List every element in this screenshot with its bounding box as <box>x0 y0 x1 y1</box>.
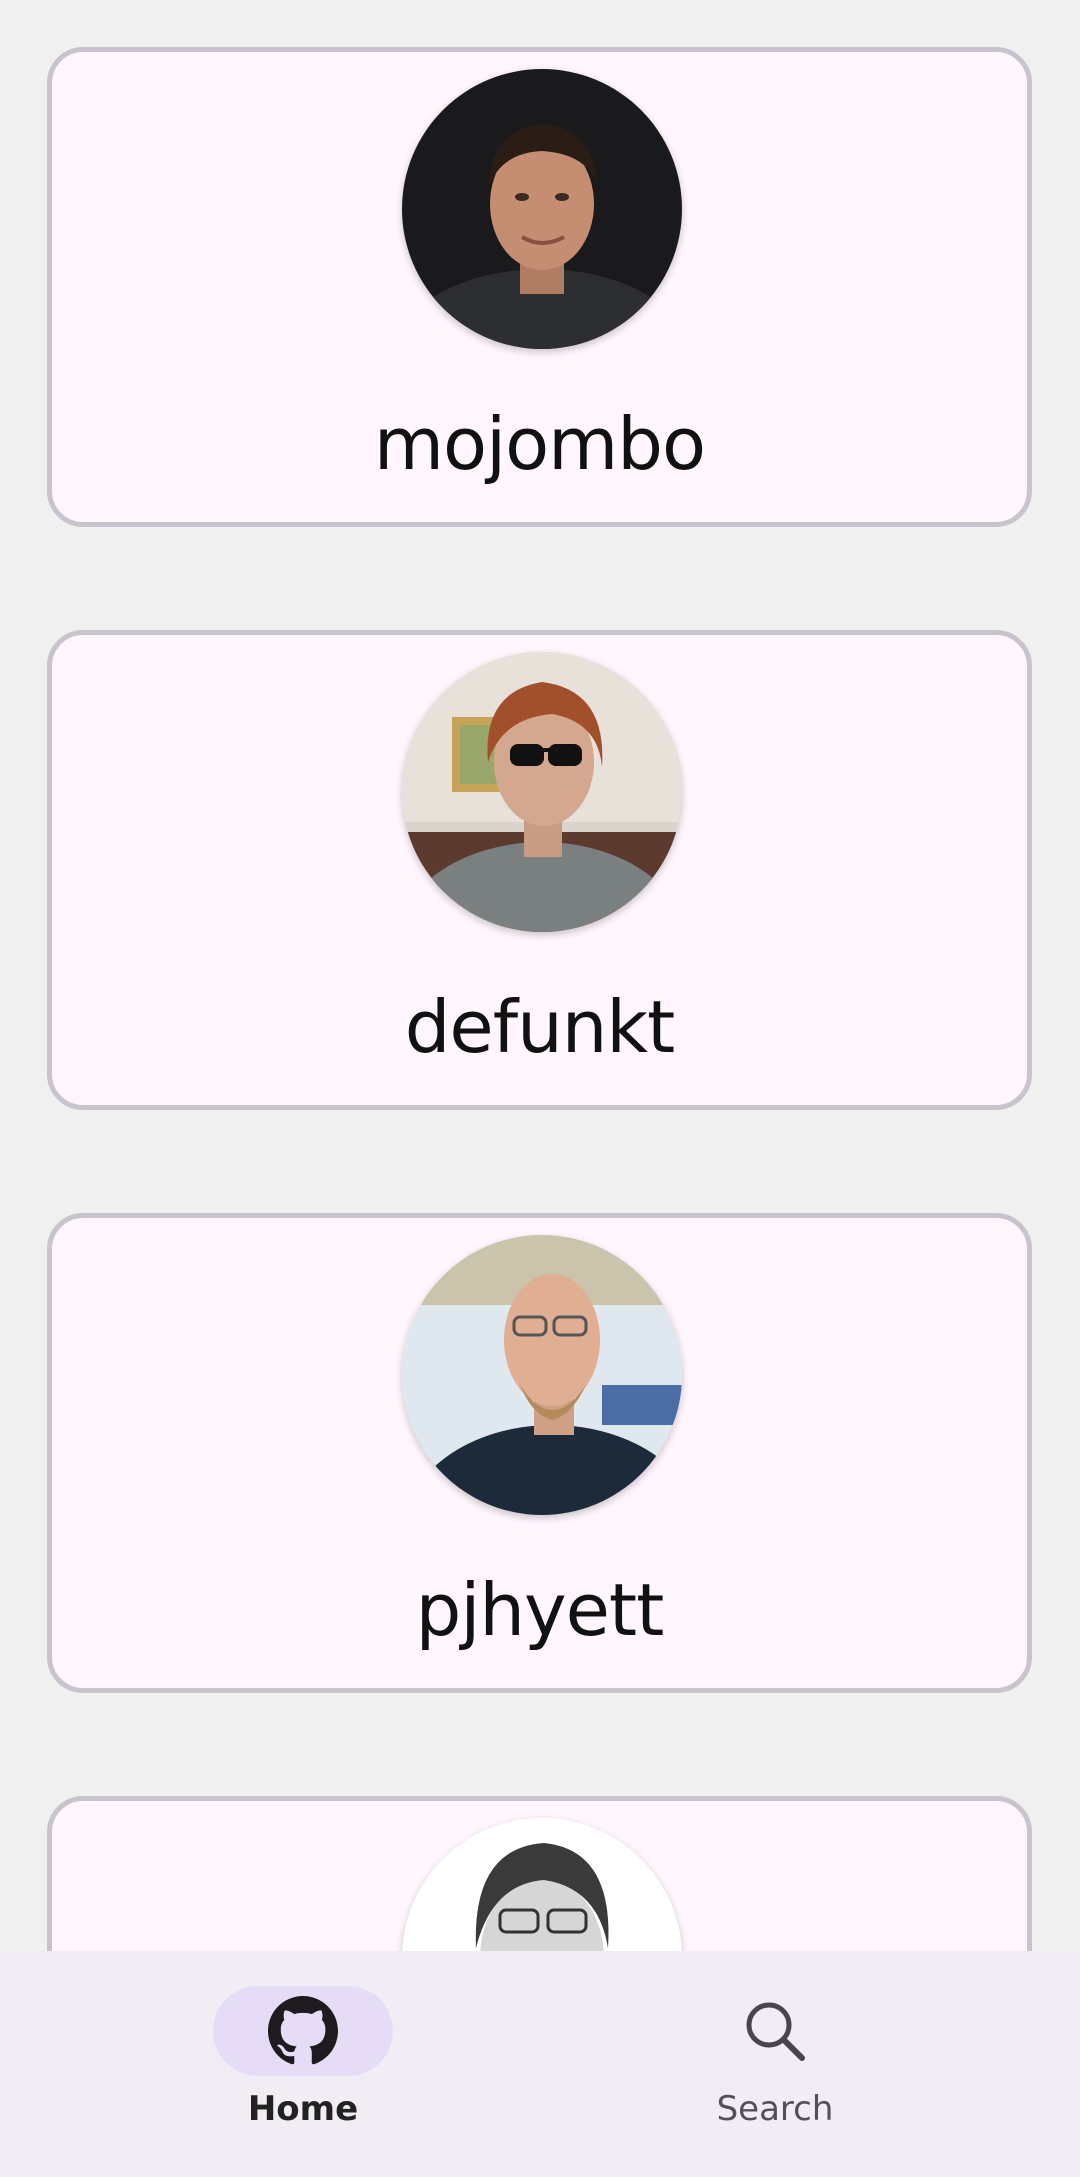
user-card[interactable]: pjhyett <box>47 1213 1032 1693</box>
user-card[interactable]: defunkt <box>47 630 1032 1110</box>
nav-label-home: Home <box>247 2089 359 2129</box>
user-list[interactable]: mojombo defunkt pjhyett <box>0 0 1080 1951</box>
avatar <box>402 69 682 349</box>
username: defunkt <box>404 985 676 1069</box>
user-card[interactable] <box>47 1796 1032 1951</box>
nav-label-search: Search <box>716 2089 834 2129</box>
user-card[interactable]: mojombo <box>47 47 1032 527</box>
avatar <box>402 652 682 932</box>
nav-item-search[interactable]: Search <box>540 1951 1080 2177</box>
avatar <box>402 1818 682 1951</box>
avatar <box>402 1235 682 1515</box>
username: mojombo <box>373 402 706 486</box>
search-icon <box>740 1996 810 2066</box>
username: pjhyett <box>415 1568 665 1652</box>
github-icon <box>268 1996 338 2066</box>
nav-item-home[interactable]: Home <box>0 1951 540 2177</box>
bottom-navigation-bar: Home Search <box>0 1951 1080 2177</box>
